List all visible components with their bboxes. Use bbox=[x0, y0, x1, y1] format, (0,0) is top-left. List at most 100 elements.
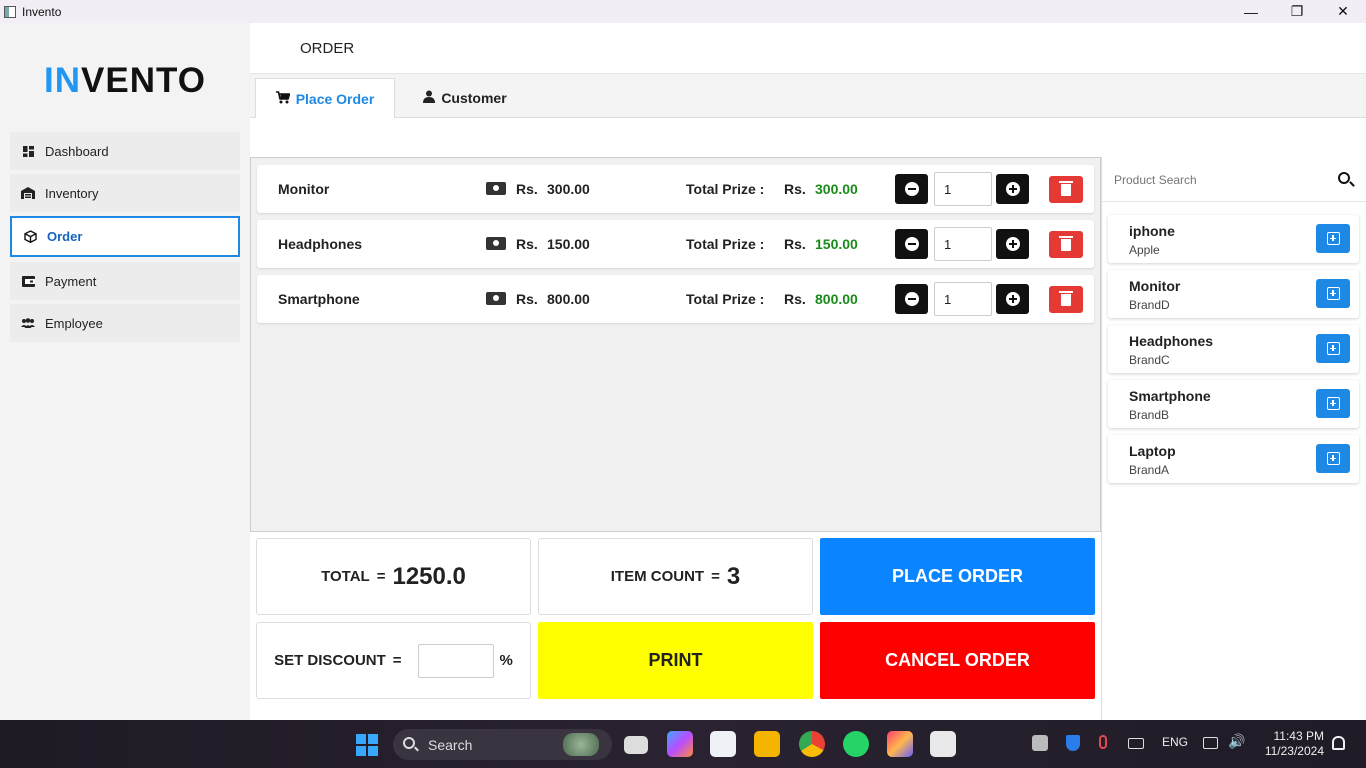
discount-input[interactable] bbox=[417, 643, 494, 678]
minus-circle-icon bbox=[904, 237, 919, 251]
close-button[interactable]: ✕ bbox=[1320, 0, 1366, 23]
decrease-qty-button[interactable] bbox=[895, 229, 928, 259]
sidebar-item-label: Dashboard bbox=[45, 143, 109, 159]
delete-item-button[interactable] bbox=[1049, 231, 1083, 258]
windows-start-icon[interactable] bbox=[356, 734, 378, 756]
whatsapp-icon[interactable] bbox=[843, 731, 869, 757]
decrease-qty-button[interactable] bbox=[895, 284, 928, 314]
trash-icon bbox=[1059, 290, 1073, 306]
product-name: Smartphone bbox=[1129, 388, 1211, 404]
minus-circle-icon bbox=[904, 292, 919, 306]
order-row: Smartphone Rs. 800.00 Total Prize : Rs. … bbox=[257, 275, 1094, 323]
sidebar-item-payment[interactable]: Payment bbox=[10, 262, 240, 300]
product-search-input[interactable] bbox=[1114, 169, 1314, 191]
product-item: iphone Apple bbox=[1108, 215, 1359, 263]
java-app-icon[interactable] bbox=[930, 731, 956, 757]
network-icon[interactable] bbox=[1203, 737, 1218, 749]
notification-bell-icon[interactable] bbox=[1332, 736, 1345, 750]
product-panel: iphone Apple Monitor BrandD Headphones B… bbox=[1101, 157, 1366, 720]
taskbar-search[interactable]: Search bbox=[393, 729, 612, 760]
unit-price: 300.00 bbox=[547, 181, 590, 197]
product-brand: Apple bbox=[1129, 243, 1160, 257]
sidebar-item-label: Employee bbox=[45, 315, 103, 331]
plus-circle-icon bbox=[1005, 182, 1020, 196]
order-row: Headphones Rs. 150.00 Total Prize : Rs. … bbox=[257, 220, 1094, 268]
equals-sign: = bbox=[376, 568, 386, 585]
sidebar-item-dashboard[interactable]: Dashboard bbox=[10, 132, 240, 170]
chrome-icon[interactable] bbox=[799, 731, 825, 757]
microphone-icon[interactable] bbox=[1099, 735, 1107, 749]
increase-qty-button[interactable] bbox=[996, 229, 1029, 259]
product-item: Headphones BrandC bbox=[1108, 325, 1359, 373]
search-icon[interactable] bbox=[1338, 172, 1350, 184]
tab-customer[interactable]: Customer bbox=[400, 78, 530, 118]
minimize-button[interactable]: — bbox=[1228, 0, 1274, 23]
page-header: ORDER bbox=[250, 23, 1366, 74]
increase-qty-button[interactable] bbox=[996, 174, 1029, 204]
app-logo: INVENTO bbox=[44, 61, 206, 101]
product-brand: BrandB bbox=[1129, 408, 1170, 422]
add-product-button[interactable] bbox=[1316, 444, 1350, 473]
intellij-icon[interactable] bbox=[887, 731, 913, 757]
delete-item-button[interactable] bbox=[1049, 176, 1083, 203]
decrease-qty-button[interactable] bbox=[895, 174, 928, 204]
users-icon bbox=[21, 316, 35, 330]
window-title: Invento bbox=[22, 4, 62, 19]
order-item-name: Monitor bbox=[278, 181, 330, 197]
product-name: Monitor bbox=[1129, 278, 1181, 294]
line-total: 800.00 bbox=[815, 291, 858, 307]
taskbar: Search ENG 🔊 11:43 PM 11/23/2024 bbox=[0, 720, 1366, 768]
add-product-button[interactable] bbox=[1316, 279, 1350, 308]
search-icon bbox=[403, 737, 415, 749]
equals-sign: = bbox=[711, 568, 720, 585]
plus-circle-icon bbox=[1005, 292, 1020, 306]
quantity-input[interactable] bbox=[934, 227, 992, 261]
product-name: iphone bbox=[1129, 223, 1175, 239]
sidebar-item-employee[interactable]: Employee bbox=[10, 304, 240, 342]
security-shield-icon[interactable] bbox=[1066, 735, 1080, 751]
plus-circle-icon bbox=[1005, 237, 1020, 251]
main-content: ORDER Place Order Customer Monitor Rs. 3… bbox=[250, 23, 1366, 720]
add-product-button[interactable] bbox=[1316, 389, 1350, 418]
product-brand: BrandD bbox=[1129, 298, 1170, 312]
total-value: 1250.0 bbox=[392, 562, 466, 590]
unit-price: 150.00 bbox=[547, 236, 590, 252]
total-label: TOTAL bbox=[321, 568, 370, 585]
page-title: ORDER bbox=[300, 40, 355, 57]
plus-square-icon bbox=[1326, 342, 1340, 355]
cash-icon bbox=[486, 182, 506, 195]
taskbar-search-label: Search bbox=[428, 737, 473, 753]
product-name: Headphones bbox=[1129, 333, 1214, 349]
product-name: Laptop bbox=[1129, 443, 1176, 459]
volume-icon[interactable]: 🔊 bbox=[1228, 733, 1245, 750]
add-product-button[interactable] bbox=[1316, 334, 1350, 363]
quantity-input[interactable] bbox=[934, 172, 992, 206]
sidebar-item-inventory[interactable]: Inventory bbox=[10, 174, 240, 212]
delete-item-button[interactable] bbox=[1049, 286, 1083, 313]
order-item-name: Headphones bbox=[278, 236, 363, 252]
discount-card: SET DISCOUNT = % bbox=[256, 622, 531, 699]
order-list: Monitor Rs. 300.00 Total Prize : Rs. 300… bbox=[250, 157, 1101, 532]
print-button[interactable]: PRINT bbox=[538, 622, 813, 699]
total-price-label: Total Prize : bbox=[686, 181, 765, 197]
plus-square-icon bbox=[1326, 452, 1340, 465]
tab-place-order[interactable]: Place Order bbox=[255, 78, 395, 118]
keyboard-icon[interactable] bbox=[1128, 738, 1144, 749]
place-order-button[interactable]: PLACE ORDER bbox=[820, 538, 1095, 615]
add-product-button[interactable] bbox=[1316, 224, 1350, 253]
unit-price: 800.00 bbox=[547, 291, 590, 307]
sidebar-item-label: Inventory bbox=[45, 185, 99, 201]
sidebar-item-order[interactable]: Order bbox=[10, 216, 240, 257]
cancel-order-button[interactable]: CANCEL ORDER bbox=[820, 622, 1095, 699]
tray-app-icon[interactable] bbox=[1032, 735, 1048, 751]
increase-qty-button[interactable] bbox=[996, 284, 1029, 314]
language-indicator[interactable]: ENG bbox=[1162, 735, 1188, 749]
quantity-input[interactable] bbox=[934, 282, 992, 316]
system-clock[interactable]: 11:43 PM 11/23/2024 bbox=[1258, 729, 1324, 759]
copilot-icon[interactable] bbox=[667, 731, 693, 757]
restore-button[interactable]: ❐ bbox=[1274, 0, 1320, 23]
task-view-icon[interactable] bbox=[624, 736, 648, 754]
file-explorer-icon[interactable] bbox=[754, 731, 780, 757]
store-icon[interactable] bbox=[710, 731, 736, 757]
search-highlight-icon bbox=[563, 733, 599, 756]
